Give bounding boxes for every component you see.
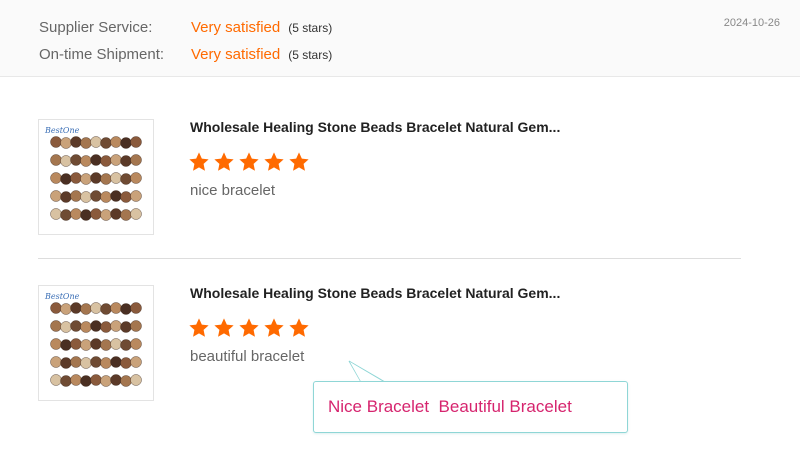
star-icon <box>189 152 209 171</box>
star-icon <box>289 152 309 171</box>
review-date: 2024-10-26 <box>723 17 780 29</box>
bracelet-thumbnail-icon: BestOne <box>44 292 142 387</box>
star-icon <box>189 318 209 337</box>
star-icon <box>264 318 284 337</box>
review-text: beautiful bracelet <box>190 348 305 365</box>
product-thumbnail[interactable]: BestOne <box>38 119 154 235</box>
star-icon <box>289 318 309 337</box>
review-stars <box>188 317 318 339</box>
review-item: BestOne Wholesale Healing Stone Beads Br… <box>38 119 740 239</box>
tooltip-text: Nice Bracelet Beautiful Bracelet <box>328 397 572 416</box>
star-icon <box>239 318 259 337</box>
tooltip-tail-icon <box>348 360 386 383</box>
star-icon <box>214 152 234 171</box>
review-text: nice bracelet <box>190 182 276 199</box>
supplier-service-value: Very satisfied <box>191 19 281 36</box>
thumbnail-logo: BestOne <box>44 126 80 135</box>
supplier-service-label: Supplier Service: <box>39 19 153 36</box>
rating-summary-header: Supplier Service: Very satisfied (5 star… <box>0 0 800 77</box>
thumbnail-logo: BestOne <box>44 292 80 301</box>
star-icon <box>239 152 259 171</box>
star-icon <box>264 152 284 171</box>
product-title[interactable]: Wholesale Healing Stone Beads Bracelet N… <box>190 119 630 135</box>
star-icon <box>214 318 234 337</box>
review-stars <box>188 151 318 173</box>
product-thumbnail[interactable]: BestOne <box>38 285 154 401</box>
supplier-service-row: Supplier Service: Very satisfied (5 star… <box>39 19 332 41</box>
on-time-shipment-label: On-time Shipment: <box>39 46 165 63</box>
bracelet-thumbnail-icon: BestOne <box>44 126 142 221</box>
on-time-shipment-stars-text: (5 stars) <box>288 48 333 62</box>
review-divider <box>38 258 741 259</box>
supplier-service-stars-text: (5 stars) <box>288 21 333 35</box>
review-tags-tooltip: Nice Bracelet Beautiful Bracelet <box>313 381 628 433</box>
on-time-shipment-value: Very satisfied <box>191 46 281 63</box>
product-title[interactable]: Wholesale Healing Stone Beads Bracelet N… <box>190 285 630 301</box>
on-time-shipment-row: On-time Shipment: Very satisfied (5 star… <box>39 46 332 68</box>
